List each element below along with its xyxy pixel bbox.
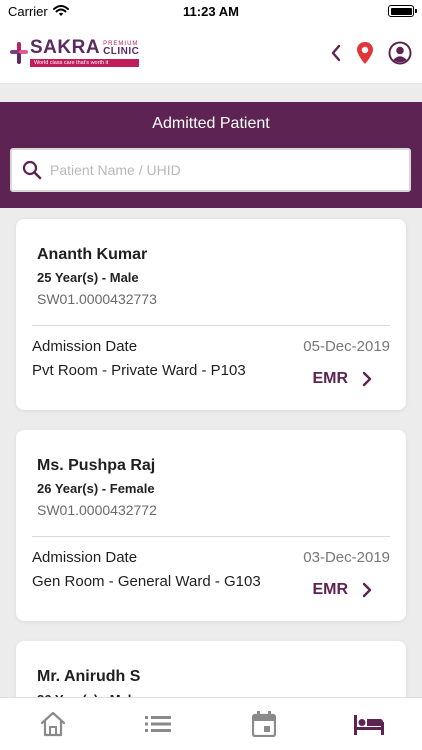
- tab-home[interactable]: [0, 698, 106, 750]
- back-chevron-icon[interactable]: [330, 44, 342, 62]
- emr-button[interactable]: EMR: [312, 370, 372, 388]
- logo-tagline: World class care that's worth it: [30, 59, 140, 67]
- admission-date-value: 03-Dec-2019: [303, 549, 390, 566]
- chevron-right-icon: [362, 582, 372, 598]
- list-icon: [145, 716, 172, 732]
- emr-label: EMR: [312, 370, 348, 387]
- battery-icon: [388, 5, 417, 17]
- patient-uhid: SW01.0000432773: [37, 291, 157, 307]
- search-box[interactable]: [10, 148, 411, 192]
- tab-admitted[interactable]: [317, 698, 422, 750]
- admission-date-label: Admission Date: [32, 338, 138, 355]
- location-pin-icon[interactable]: [356, 41, 374, 65]
- chevron-right-icon: [362, 371, 372, 387]
- tab-calendar[interactable]: [211, 698, 317, 750]
- patient-uhid: SW01.0000432772: [37, 502, 157, 518]
- logo-brand-text: SAKRA: [30, 37, 101, 58]
- search-input[interactable]: [50, 162, 380, 178]
- wifi-icon: [52, 5, 69, 16]
- carrier-info: Carrier: [8, 4, 69, 19]
- page-title: Admitted Patient: [152, 115, 270, 132]
- patient-ward: Gen Room - General Ward - G103: [32, 573, 261, 590]
- emr-label: EMR: [312, 581, 348, 598]
- sakra-logo: SAKRA PREMIUM CLINIC World class care th…: [10, 37, 140, 67]
- search-icon: [22, 160, 42, 180]
- logo-clinic-text: CLINIC: [103, 46, 140, 57]
- app-header: SAKRA PREMIUM CLINIC World class care th…: [0, 22, 422, 84]
- bed-icon: [354, 715, 385, 735]
- carrier-label: Carrier: [8, 3, 48, 19]
- patient-name: Ananth Kumar: [37, 246, 148, 263]
- patient-age-gender: 25 Year(s) - Male: [37, 270, 139, 285]
- page-banner: Admitted Patient: [0, 102, 422, 208]
- home-icon: [40, 711, 65, 737]
- patient-card[interactable]: Ananth Kumar 25 Year(s) - Male SW01.0000…: [16, 219, 406, 410]
- patient-age-gender: 26 Year(s) - Female: [37, 481, 155, 496]
- patient-name: Mr. Anirudh S: [37, 668, 141, 685]
- tab-list[interactable]: [106, 698, 212, 750]
- patient-ward: Pvt Room - Private Ward - P103: [32, 362, 246, 379]
- bottom-tab-bar: [0, 697, 422, 750]
- admission-date-label: Admission Date: [32, 549, 138, 566]
- patient-name: Ms. Pushpa Raj: [37, 457, 156, 474]
- status-bar: Carrier 11:23 AM: [0, 0, 422, 22]
- emr-button[interactable]: EMR: [312, 581, 372, 599]
- admission-date-value: 05-Dec-2019: [303, 338, 390, 355]
- calendar-icon: [251, 711, 276, 737]
- header-actions: [330, 41, 412, 65]
- user-profile-icon[interactable]: [388, 41, 412, 65]
- patient-card[interactable]: Ms. Pushpa Raj 26 Year(s) - Female SW01.…: [16, 430, 406, 621]
- logo-cross-icon: [10, 41, 28, 64]
